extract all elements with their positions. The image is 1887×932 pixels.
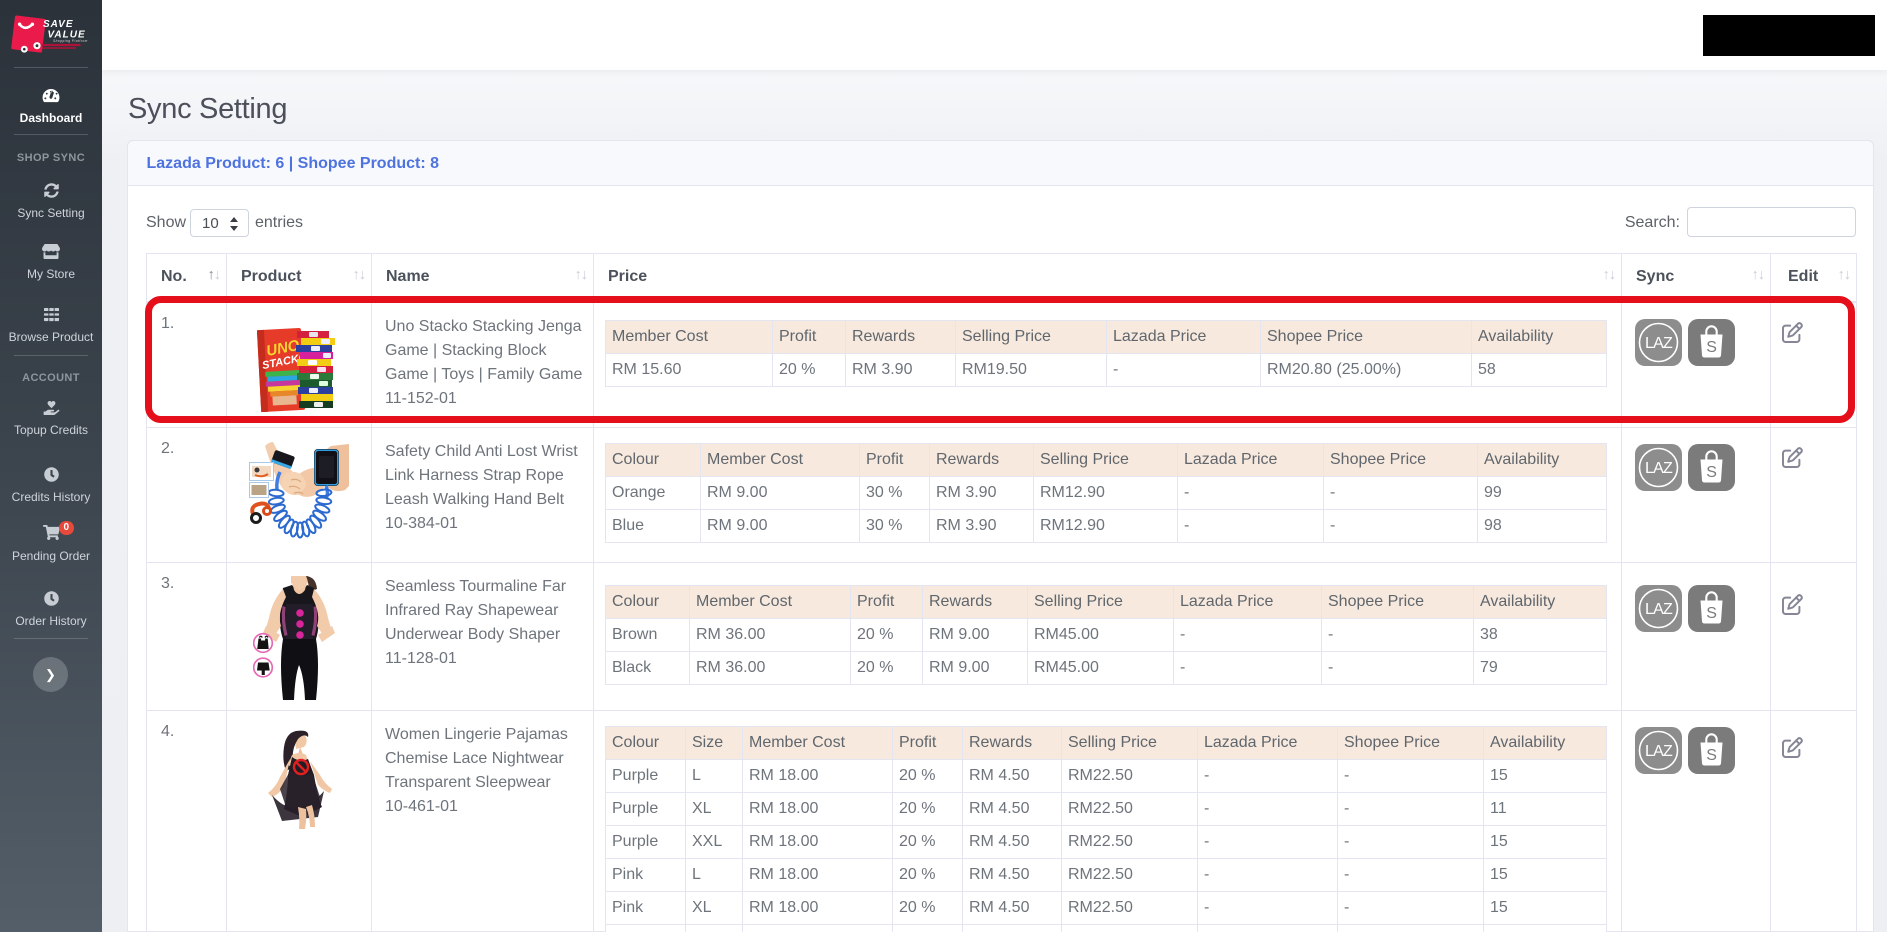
svg-text:S: S <box>1706 605 1717 622</box>
svg-text:LAZ: LAZ <box>1645 601 1673 618</box>
svg-text:LAZ: LAZ <box>1645 743 1673 760</box>
svg-text:S: S <box>1706 464 1717 481</box>
svg-text:SAVE: SAVE <box>43 19 74 30</box>
svg-text:LAZ: LAZ <box>1645 460 1673 477</box>
svg-text:S: S <box>1706 747 1717 764</box>
svg-text:Shopping Platform: Shopping Platform <box>53 39 88 43</box>
